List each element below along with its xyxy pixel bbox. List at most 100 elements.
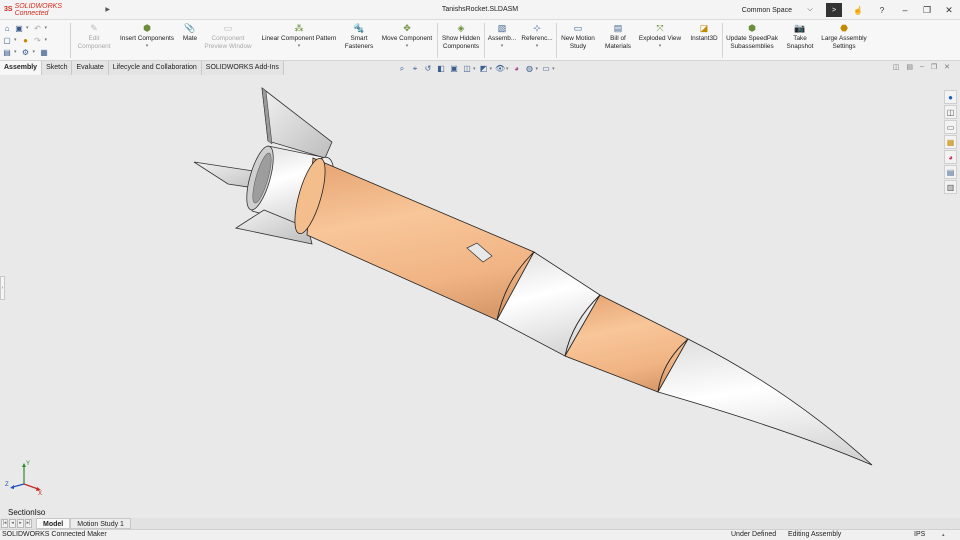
dropdown-caret-icon[interactable]: ▾ xyxy=(298,43,301,49)
close-button[interactable]: ✕ xyxy=(938,0,960,20)
home-icon[interactable]: ⌂ xyxy=(2,23,12,33)
solidworks-resources-icon[interactable]: ● xyxy=(944,90,957,104)
take-snapshot-button[interactable]: 📷 Take Snapshot xyxy=(783,21,817,60)
redo-icon[interactable]: ↷ xyxy=(33,35,43,45)
undo-icon[interactable]: ↶ xyxy=(33,23,43,33)
viewport-window-controls: ◫ ▤ – ❐ ✕ xyxy=(893,63,950,71)
prev-tab-icon[interactable]: ◂ xyxy=(9,519,16,528)
tab-sketch[interactable]: Sketch xyxy=(42,61,73,75)
status-definition: Under Defined xyxy=(731,531,777,538)
brand-name: SOLIDWORKS Connected xyxy=(14,2,63,17)
split-view-icon[interactable]: ▤ xyxy=(906,63,913,71)
display-style-icon[interactable]: ◩ xyxy=(479,64,489,74)
linear-pattern-icon: ⁂ xyxy=(294,22,304,33)
design-library-icon[interactable]: ◫ xyxy=(944,105,957,119)
exploded-view-icon: ⤧ xyxy=(656,22,664,33)
previous-view-icon[interactable]: ↺ xyxy=(423,64,433,74)
ds-logo-icon: 3S xyxy=(4,6,13,13)
tab-solidworks-add-ins[interactable]: SOLIDWORKS Add-Ins xyxy=(201,61,284,75)
file-explorer-icon[interactable]: ▭ xyxy=(944,120,957,134)
button-label-line2: Study xyxy=(569,43,587,50)
tab-model[interactable]: Model xyxy=(36,518,71,529)
view-orientation-name: SectionIso xyxy=(8,508,46,517)
button-label-line2: Components xyxy=(442,43,480,50)
section-view-icon[interactable]: ◧ xyxy=(436,64,446,74)
update-speedpak-button[interactable]: ⬢ Update SpeedPak Subassemblies xyxy=(723,21,781,60)
document-title: TanishsRocket.SLDASM xyxy=(441,6,519,13)
mate-button[interactable]: 📎 Mate xyxy=(179,21,201,60)
appearances-icon[interactable]: ◕ xyxy=(944,150,957,164)
hand-pointer-icon[interactable]: ☝ xyxy=(850,3,866,17)
customize-icon[interactable]: ▦ xyxy=(39,47,49,57)
feature-manager-expand-handle[interactable]: › xyxy=(0,276,5,300)
zoom-to-fit-icon[interactable]: ⌕ xyxy=(397,64,407,74)
assembly-features-button[interactable]: ▧ Assemb... ▾ xyxy=(486,21,518,60)
tab-assembly[interactable]: Assembly xyxy=(0,61,43,75)
next-tab-icon[interactable]: ▸ xyxy=(17,519,24,528)
unit-system-selector[interactable]: IPS xyxy=(914,530,925,540)
viewport-restore-button[interactable]: ❐ xyxy=(931,63,937,71)
chevron-down-icon[interactable]: ⌵ xyxy=(802,3,818,17)
workspace-selector[interactable]: Common Space xyxy=(742,7,792,14)
show-hidden-icon: ◈ xyxy=(457,22,465,33)
rebuild-icon[interactable]: ● xyxy=(21,35,31,45)
show-hidden-components-button[interactable]: ◈ Show Hidden Components xyxy=(439,21,483,60)
button-label: Exploded View xyxy=(638,35,682,42)
body-tube-lower xyxy=(306,157,535,321)
tab-motion-study[interactable]: Motion Study 1 xyxy=(70,518,131,529)
print-icon[interactable]: ▤ xyxy=(2,47,12,57)
bill-of-materials-button[interactable]: ▤ Bill of Materials xyxy=(601,21,635,60)
save-icon[interactable]: ▣ xyxy=(14,23,24,33)
first-tab-icon[interactable]: |◂ xyxy=(1,519,8,528)
bom-icon: ▤ xyxy=(613,22,623,33)
solidworks-forum-icon[interactable]: ▥ xyxy=(944,180,957,194)
view-palette-icon[interactable]: ▦ xyxy=(944,135,957,149)
edit-component-button[interactable]: ✎ Edit Component xyxy=(74,21,114,60)
options-gear-icon[interactable]: ⚙ xyxy=(21,47,31,57)
dropdown-caret-icon[interactable]: ▾ xyxy=(146,43,149,49)
restore-button[interactable]: ❐ xyxy=(916,0,938,20)
button-label: Assemb... xyxy=(487,35,517,42)
large-assembly-settings-button[interactable]: ⬣ Large Assembly Settings xyxy=(818,21,870,60)
component-preview-icon: ▭ xyxy=(223,22,233,33)
apply-scene-icon[interactable]: ◍ xyxy=(525,64,535,74)
dynamic-annotation-icon[interactable]: ▣ xyxy=(449,64,459,74)
button-label: Mate xyxy=(182,35,198,42)
graphics-area[interactable] xyxy=(0,75,960,518)
view-settings-icon[interactable]: ▭ xyxy=(541,64,551,74)
smart-fasteners-button[interactable]: 🔩 Smart Fasteners xyxy=(342,21,376,60)
linear-component-pattern-button[interactable]: ⁂ Linear Component Pattern ▾ xyxy=(256,21,342,60)
dropdown-caret-icon[interactable]: ▾ xyxy=(406,43,409,49)
new-motion-study-button[interactable]: ▭ New Motion Study xyxy=(557,21,599,60)
status-product: SOLIDWORKS Connected Maker xyxy=(2,531,107,538)
exploded-view-button[interactable]: ⤧ Exploded View ▾ xyxy=(636,21,684,60)
minimize-button[interactable]: – xyxy=(894,0,916,20)
reference-geometry-button[interactable]: ⊹ Referenc... ▾ xyxy=(519,21,555,60)
brand-menu[interactable]: 3S SOLIDWORKS Connected ▶ xyxy=(0,3,110,17)
edit-appearance-icon[interactable]: ◕ xyxy=(512,64,522,74)
hide-show-items-icon[interactable]: 👁 xyxy=(495,64,505,74)
viewport-close-button[interactable]: ✕ xyxy=(944,63,950,71)
dropdown-caret-icon[interactable]: ▾ xyxy=(536,43,539,49)
insert-components-button[interactable]: ⬢ Insert Components ▾ xyxy=(116,21,178,60)
zoom-to-area-icon[interactable]: ⌖ xyxy=(410,64,420,74)
custom-properties-icon[interactable]: ▤ xyxy=(944,165,957,179)
help-icon[interactable]: ? xyxy=(874,3,890,17)
chevron-right-icon[interactable]: ▶ xyxy=(105,6,110,13)
viewport-minimize-button[interactable]: – xyxy=(920,63,924,71)
dropdown-caret-icon[interactable]: ▾ xyxy=(659,43,662,49)
move-component-button[interactable]: ✥ Move Component ▾ xyxy=(377,21,437,60)
button-label-line2: Settings xyxy=(832,43,856,50)
new-document-icon[interactable]: ▢ xyxy=(2,35,12,45)
tab-lifecycle-collaboration[interactable]: Lifecycle and Collaboration xyxy=(108,61,202,75)
view-orientation-icon[interactable]: ◫ xyxy=(462,64,472,74)
tile-view-icon[interactable]: ◫ xyxy=(893,63,900,71)
chevron-up-icon[interactable]: ▴ xyxy=(942,530,945,540)
dropdown-caret-icon[interactable]: ▾ xyxy=(501,43,504,49)
rocket-model[interactable] xyxy=(0,75,960,518)
tab-evaluate[interactable]: Evaluate xyxy=(72,61,109,75)
last-tab-icon[interactable]: ▸| xyxy=(25,519,32,528)
terminal-icon[interactable]: > xyxy=(826,3,842,17)
component-preview-button[interactable]: ▭ Component Preview Window xyxy=(202,21,254,60)
instant3d-button[interactable]: ◪ Instant3D xyxy=(686,21,722,60)
